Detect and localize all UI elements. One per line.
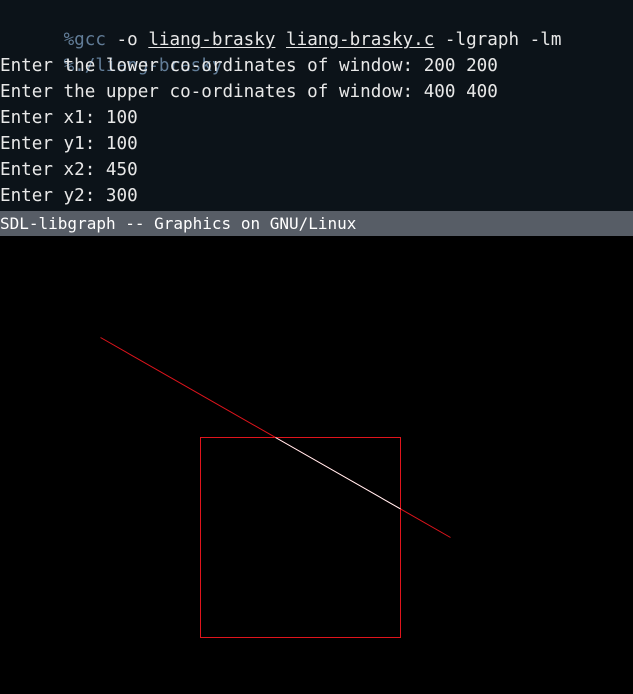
output-x1: Enter x1: 100 [0,108,138,128]
terminal-line-1: %gcc -o liang-brasky liang-brasky.c -lgr… [0,1,562,50]
output-lower-coords: Enter the lower co-ordinates of window: … [0,56,498,76]
source-file-name: liang-brasky.c [286,30,435,50]
clipped-line-segment [275,437,401,510]
output-upper-coords: Enter the upper co-ordinates of window: … [0,82,498,102]
graphics-canvas[interactable] [0,236,633,694]
graphics-window-titlebar[interactable]: SDL-libgraph -- Graphics on GNU/Linux [0,211,633,236]
graphics-window-title: SDL-libgraph -- Graphics on GNU/Linux [0,214,357,233]
output-y2: Enter y2: 300 [0,186,138,206]
command-link-flags: -lgraph -lm [434,30,562,50]
command-space [275,30,286,50]
clip-window-rectangle [200,437,401,638]
output-y1: Enter y1: 100 [0,134,138,154]
terminal-pane[interactable]: %gcc -o liang-brasky liang-brasky.c -lgr… [0,0,633,211]
output-x2: Enter x2: 450 [0,160,138,180]
screen: %gcc -o liang-brasky liang-brasky.c -lgr… [0,0,633,694]
terminal-line-2: %./liang-brasky [0,27,223,76]
clipping-drawing [100,337,451,638]
